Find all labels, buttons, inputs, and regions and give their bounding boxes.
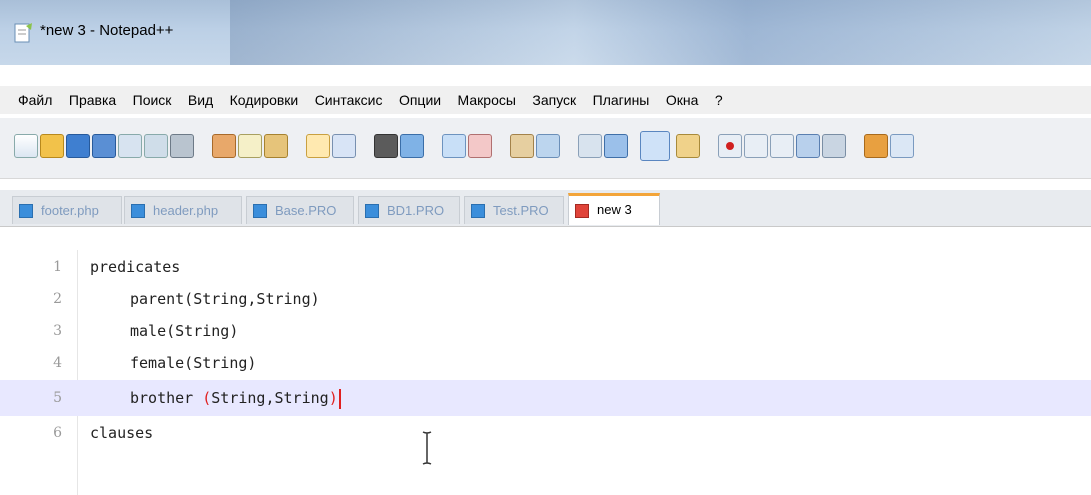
replace-icon[interactable]: [400, 134, 424, 158]
sync-vertical-icon[interactable]: [510, 134, 534, 158]
editor-line: 1 predicates: [0, 252, 1091, 282]
menu-plugins[interactable]: Плагины: [587, 86, 656, 108]
new-file-icon[interactable]: [14, 134, 38, 158]
file-icon: [365, 204, 379, 218]
window-title: *new 3 - Notepad++: [40, 22, 174, 39]
find-icon[interactable]: [374, 134, 398, 158]
save-icon[interactable]: [66, 134, 90, 158]
copy-icon[interactable]: [238, 134, 262, 158]
line-number: 3: [53, 323, 62, 339]
close-icon[interactable]: [118, 134, 142, 158]
file-icon: [253, 204, 267, 218]
menu-help[interactable]: ?: [709, 86, 729, 108]
title-bar: *new 3 - Notepad++: [0, 0, 1091, 65]
text-caret: [338, 388, 341, 409]
file-icon: [19, 204, 33, 218]
save-all-icon[interactable]: [92, 134, 116, 158]
line-number: 4: [53, 355, 62, 371]
unsaved-file-icon: [575, 204, 589, 218]
undo-icon[interactable]: [306, 134, 330, 158]
open-file-icon[interactable]: [40, 134, 64, 158]
editor-line: 3 male(String): [0, 316, 1091, 346]
word-wrap-icon[interactable]: [578, 134, 602, 158]
current-line: 5 brother (String,String): [0, 380, 1091, 416]
tab-label: BD1.PRO: [387, 203, 445, 218]
tab-header-php[interactable]: header.php: [124, 196, 242, 224]
redo-icon[interactable]: [332, 134, 356, 158]
play-macro-icon[interactable]: [770, 134, 794, 158]
save-macro-icon[interactable]: [822, 134, 846, 158]
indent-guide-icon[interactable]: [640, 131, 670, 161]
line-number: 2: [53, 291, 62, 307]
code-arguments: String,String: [211, 389, 329, 407]
zoom-in-icon[interactable]: [442, 134, 466, 158]
record-macro-icon[interactable]: [718, 134, 742, 158]
editor-line: 2 parent(String,String): [0, 284, 1091, 314]
menu-edit[interactable]: Правка: [63, 86, 122, 108]
line-number: 1: [53, 259, 62, 275]
print-icon[interactable]: [170, 134, 194, 158]
cut-icon[interactable]: [212, 134, 236, 158]
tab-label: new 3: [597, 202, 632, 217]
menu-view[interactable]: Вид: [182, 86, 219, 108]
menu-bar: Файл Правка Поиск Вид Кодировки Синтакси…: [0, 86, 1091, 114]
menu-search[interactable]: Поиск: [127, 86, 178, 108]
close-all-icon[interactable]: [144, 134, 168, 158]
editor-line: 4 female(String): [0, 348, 1091, 378]
tab-base-pro[interactable]: Base.PRO: [246, 196, 354, 224]
line-number: 6: [53, 425, 62, 441]
run-macro-multiple-icon[interactable]: [796, 134, 820, 158]
tab-footer-php[interactable]: footer.php: [12, 196, 122, 224]
menu-settings[interactable]: Опции: [393, 86, 447, 108]
toolbar: [0, 118, 1091, 179]
code-text: parent(String,String): [130, 290, 320, 308]
tab-bar: footer.php header.php Base.PRO BD1.PRO T…: [0, 190, 1091, 227]
menu-file[interactable]: Файл: [12, 86, 58, 108]
sync-horizontal-icon[interactable]: [536, 134, 560, 158]
tab-label: Base.PRO: [275, 203, 337, 218]
tab-new-3[interactable]: new 3: [568, 193, 660, 225]
code-text: female(String): [130, 354, 257, 372]
tab-bd1-pro[interactable]: BD1.PRO: [358, 196, 460, 224]
matched-brace-close: ): [328, 389, 338, 407]
code-text: clauses: [90, 424, 154, 442]
code-text: brother (String,String): [130, 380, 341, 416]
zoom-out-icon[interactable]: [468, 134, 492, 158]
menu-window[interactable]: Окна: [660, 86, 705, 108]
tab-label: Test.PRO: [493, 203, 549, 218]
code-text: male(String): [130, 322, 239, 340]
file-icon: [471, 204, 485, 218]
code-function-name: brother: [130, 389, 194, 407]
paste-icon[interactable]: [264, 134, 288, 158]
menu-run[interactable]: Запуск: [526, 86, 582, 108]
notepad-plus-plus-icon: [14, 23, 32, 43]
stop-macro-icon[interactable]: [744, 134, 768, 158]
show-all-chars-icon[interactable]: [604, 134, 628, 158]
file-icon: [131, 204, 145, 218]
editor-line: 6 clauses: [0, 418, 1091, 448]
ibeam-cursor-icon: [422, 431, 432, 465]
title-bar-background: [230, 0, 1091, 65]
document-map-icon[interactable]: [676, 134, 700, 158]
editor[interactable]: 1 predicates 2 parent(String,String) 3 m…: [0, 250, 1091, 495]
launch-browser-icon[interactable]: [864, 134, 888, 158]
spellcheck-icon[interactable]: [890, 134, 914, 158]
menu-encoding[interactable]: Кодировки: [224, 86, 305, 108]
tab-label: header.php: [153, 203, 219, 218]
code-text: predicates: [90, 258, 181, 276]
tab-label: footer.php: [41, 203, 99, 218]
line-number: 5: [53, 390, 62, 406]
tab-test-pro[interactable]: Test.PRO: [464, 196, 564, 224]
menu-macro[interactable]: Макросы: [452, 86, 522, 108]
menu-language[interactable]: Синтаксис: [309, 86, 389, 108]
matched-brace-open: (: [202, 389, 212, 407]
